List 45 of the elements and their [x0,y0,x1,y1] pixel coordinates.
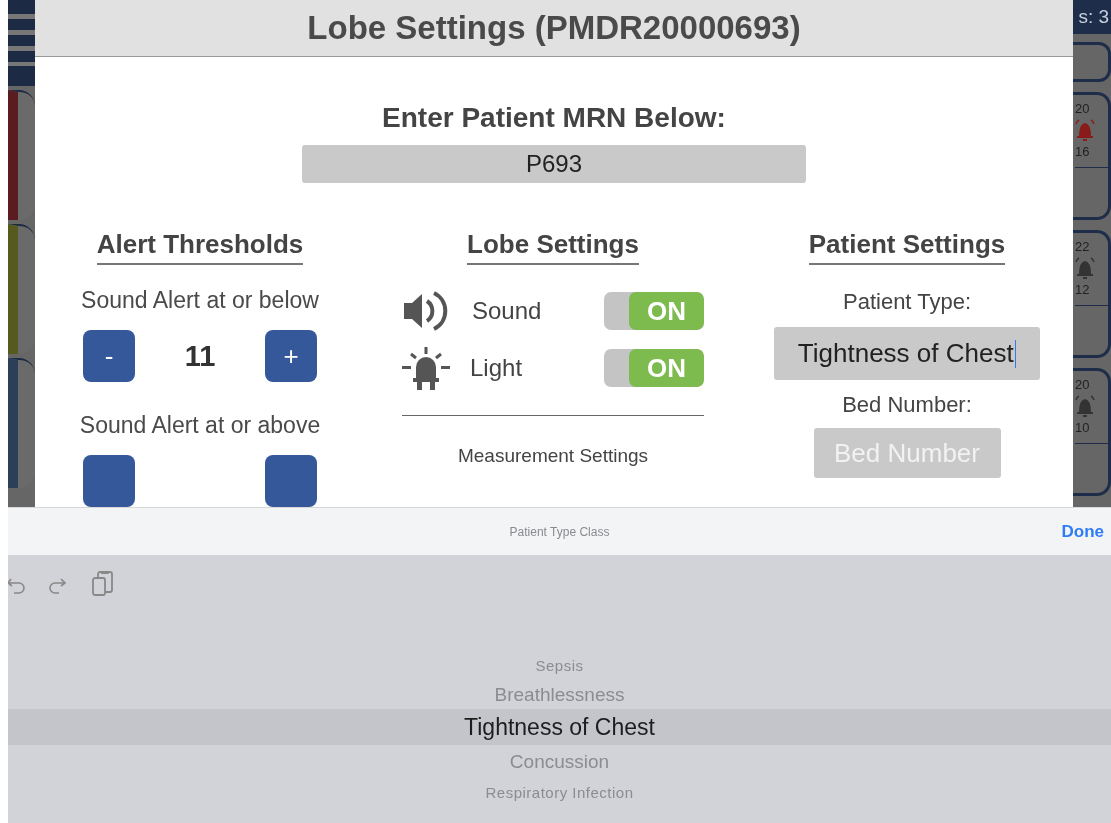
reading-text: 20 [1075,377,1090,392]
picker-title: Patient Type Class [509,524,610,539]
field-label: Bed Number: [842,392,972,418]
picker-option[interactable]: Sepsis [535,657,584,674]
toggle-label: Light [470,354,524,382]
dialog-title: Lobe Settings (PMDR20000693) [307,9,801,48]
reading-text: 12 [1075,282,1090,297]
patient-card[interactable] [8,90,35,220]
patient-card[interactable]: 20 16 [1073,92,1111,220]
section-heading: Alert Thresholds [96,229,304,265]
decrement-button[interactable]: - [83,330,135,382]
picker-option[interactable]: Breathlessness [494,683,625,706]
patient-card[interactable]: 22 12 [1073,230,1111,358]
paste-icon[interactable] [92,571,114,597]
light-icon [402,345,450,391]
decrement-button[interactable] [83,455,135,507]
increment-button[interactable] [265,455,317,507]
threshold-label: Sound Alert at or above [79,412,321,439]
picker-option[interactable]: Concussion [509,750,610,773]
threshold-label: Sound Alert at or below [81,287,319,314]
reading-text: 10 [1075,420,1090,435]
section-heading: Patient Settings [808,229,1006,265]
patient-card[interactable] [8,224,35,354]
card-outline [1073,42,1111,82]
header-text: s: 3 [1078,6,1109,28]
reading-text: 20 [1075,101,1090,116]
mrn-field[interactable]: P693 [302,145,806,183]
picker-option[interactable]: Respiratory Infection [485,784,634,801]
toggle-switch[interactable]: ON [604,292,704,330]
menu-icon [8,0,35,86]
done-button[interactable]: Done [1059,520,1106,544]
patient-card[interactable] [8,358,35,488]
increment-button[interactable]: + [265,330,317,382]
reading-text: 22 [1075,239,1090,254]
mrn-label: Enter Patient MRN Below: [382,102,726,135]
picker-option[interactable]: Tightness of Chest [464,713,655,741]
measurement-settings-link[interactable]: Measurement Settings [457,445,649,467]
toggle-switch[interactable]: ON [604,349,704,387]
threshold-value: 11 [184,339,216,373]
reading-text: 16 [1075,144,1090,159]
patient-type-field[interactable]: Tightness of Chest [774,327,1040,380]
field-label: Patient Type: [843,289,971,315]
patient-card[interactable]: 20 10 [1073,368,1111,496]
toggle-label: Sound [472,297,543,325]
section-heading: Lobe Settings [467,229,639,265]
